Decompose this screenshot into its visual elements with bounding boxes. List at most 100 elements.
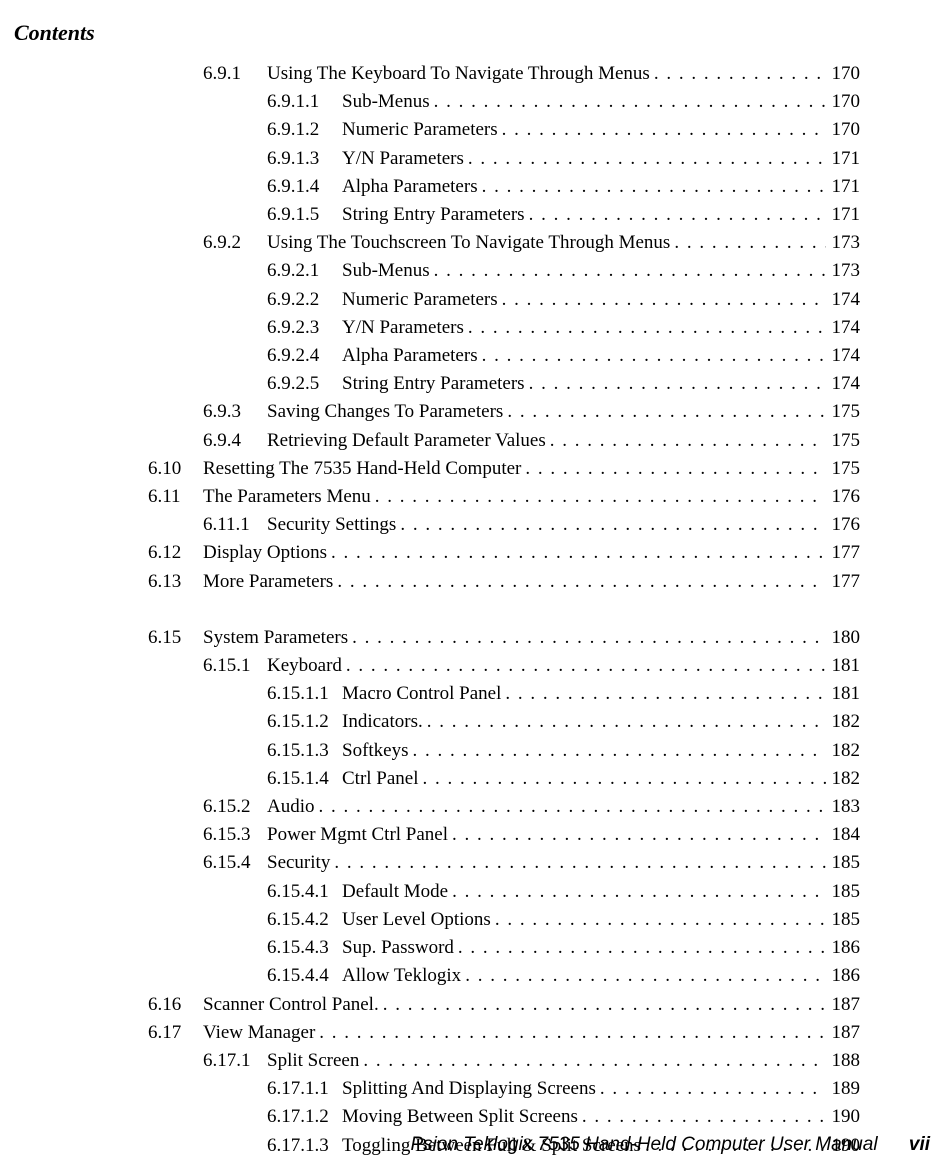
- toc-leader-dots: [413, 737, 826, 765]
- toc-entry-page: 170: [826, 116, 861, 144]
- running-header: Contents: [14, 20, 95, 46]
- toc-entry-page: 185: [826, 849, 861, 877]
- toc-entry-title: Saving Changes To Parameters: [267, 398, 507, 426]
- toc-leader-dots: [654, 60, 826, 88]
- toc-leader-dots: [502, 116, 826, 144]
- toc-entry-page: 189: [826, 1075, 861, 1103]
- toc-entry-page: 182: [826, 708, 861, 736]
- toc-leader-dots: [337, 568, 825, 596]
- toc-leader-dots: [363, 1047, 825, 1075]
- toc-entry-number: 6.15.2: [203, 793, 267, 821]
- toc-entry: 6.15.1.2Indicators.182: [267, 708, 860, 736]
- toc-entry-number: 6.9.1.4: [267, 173, 342, 201]
- toc-entry-number: 6.15.4.1: [267, 878, 342, 906]
- toc-entry: 6.17.1Split Screen188: [203, 1047, 860, 1075]
- toc-entry: 6.15.2Audio183: [203, 793, 860, 821]
- toc-leader-dots: [458, 934, 826, 962]
- toc-entry-number: 6.15: [148, 624, 203, 652]
- toc-entry-page: 184: [826, 821, 861, 849]
- toc-entry-page: 174: [826, 342, 861, 370]
- toc-entry-title: Keyboard: [267, 652, 346, 680]
- toc-leader-dots: [427, 708, 826, 736]
- toc-entry: 6.9.1.3Y/N Parameters 171: [267, 145, 860, 173]
- page-footer: Psion Teklogix 7535 Hand-Held Computer U…: [410, 1134, 930, 1156]
- toc-entry-title: Ctrl Panel: [342, 765, 423, 793]
- toc-leader-dots: [434, 88, 826, 116]
- toc-entry: 6.16Scanner Control Panel.187: [148, 991, 860, 1019]
- toc-leader-dots: [525, 455, 825, 483]
- toc-entry-page: 171: [826, 145, 861, 173]
- toc-leader-dots: [468, 314, 826, 342]
- toc-entry-page: 186: [826, 934, 861, 962]
- toc-entry-title: String Entry Parameters: [342, 370, 529, 398]
- toc-entry-page: 190: [826, 1103, 861, 1131]
- toc-entry-number: 6.15.4.4: [267, 962, 342, 990]
- toc-entry-number: 6.9.2: [203, 229, 267, 257]
- toc-leader-dots: [495, 906, 826, 934]
- toc-entry-page: 188: [826, 1047, 861, 1075]
- toc-entry-title: Macro Control Panel: [342, 680, 505, 708]
- toc-entry-page: 177: [826, 568, 861, 596]
- toc-entry-page: 173: [826, 257, 861, 285]
- toc-entry-page: 175: [826, 398, 861, 426]
- toc-entry-page: 174: [826, 314, 861, 342]
- toc-entry-number: 6.13: [148, 568, 203, 596]
- toc-entry-title: Moving Between Split Screens: [342, 1103, 582, 1131]
- toc-entry-number: 6.9.1.3: [267, 145, 342, 173]
- toc-entry-number: 6.9.1.5: [267, 201, 342, 229]
- toc-entry-number: 6.9.2.5: [267, 370, 342, 398]
- toc-entry: 6.9.1.4Alpha Parameters171: [267, 173, 860, 201]
- toc-entry: 6.15.4.4Allow Teklogix186: [267, 962, 860, 990]
- toc-entry-number: 6.9.1: [203, 60, 267, 88]
- toc-entry-title: Default Mode: [342, 878, 452, 906]
- toc-entry-page: 171: [826, 173, 861, 201]
- toc-entry: 6.11.1Security Settings176: [203, 511, 860, 539]
- toc-entry: 6.9.1.2Numeric Parameters 170: [267, 116, 860, 144]
- toc-gap: [148, 596, 860, 624]
- toc-entry-number: 6.17.1.3: [267, 1132, 342, 1160]
- toc-entry: 6.9.3Saving Changes To Parameters 175: [203, 398, 860, 426]
- toc-leader-dots: [468, 145, 826, 173]
- toc-entry-number: 6.15.1: [203, 652, 267, 680]
- toc-leader-dots: [482, 342, 826, 370]
- toc-leader-dots: [465, 962, 825, 990]
- toc-entry-title: Display Options: [203, 539, 331, 567]
- toc-entry-number: 6.16: [148, 991, 203, 1019]
- toc-entry: 6.15.4.2User Level Options185: [267, 906, 860, 934]
- toc-entry-number: 6.15.1.1: [267, 680, 342, 708]
- toc-entry-title: Power Mgmt Ctrl Panel: [267, 821, 452, 849]
- toc-entry-page: 170: [826, 60, 861, 88]
- toc-entry-title: Sup. Password: [342, 934, 458, 962]
- toc-entry: 6.9.1Using The Keyboard To Navigate Thro…: [203, 60, 860, 88]
- toc-entry: 6.17.1.1Splitting And Displaying Screens…: [267, 1075, 860, 1103]
- toc-leader-dots: [550, 427, 826, 455]
- toc-entry-number: 6.9.2.3: [267, 314, 342, 342]
- toc-entry: 6.9.1.5String Entry Parameters171: [267, 201, 860, 229]
- toc-entry-page: 182: [826, 765, 861, 793]
- toc-entry-page: 183: [826, 793, 861, 821]
- toc-leader-dots: [375, 483, 826, 511]
- toc-entry: 6.11The Parameters Menu176: [148, 483, 860, 511]
- toc-entry-page: 187: [826, 991, 861, 1019]
- toc-entry-title: Using The Touchscreen To Navigate Throug…: [267, 229, 674, 257]
- toc-entry: 6.15.1.4Ctrl Panel182: [267, 765, 860, 793]
- toc-entry-number: 6.9.3: [203, 398, 267, 426]
- toc-leader-dots: [319, 1019, 825, 1047]
- toc-entry-page: 181: [826, 652, 861, 680]
- toc-entry-page: 182: [826, 737, 861, 765]
- toc-entry: 6.15.3Power Mgmt Ctrl Panel184: [203, 821, 860, 849]
- toc-leader-dots: [507, 398, 825, 426]
- toc-entry-title: Allow Teklogix: [342, 962, 465, 990]
- toc-entry-title: Security Settings: [267, 511, 400, 539]
- toc-leader-dots: [400, 511, 825, 539]
- toc-entry-title: Retrieving Default Parameter Values: [267, 427, 550, 455]
- toc-entry-title: Y/N Parameters: [342, 145, 468, 173]
- table-of-contents: 6.9.1Using The Keyboard To Navigate Thro…: [148, 60, 860, 1160]
- toc-entry-page: 175: [826, 455, 861, 483]
- toc-entry-title: Numeric Parameters: [342, 116, 502, 144]
- toc-entry-title: Split Screen: [267, 1047, 363, 1075]
- toc-entry-number: 6.9.1.2: [267, 116, 342, 144]
- toc-entry: 6.17.1.2Moving Between Split Screens190: [267, 1103, 860, 1131]
- toc-entry-title: The Parameters Menu: [203, 483, 375, 511]
- toc-entry-page: 185: [826, 878, 861, 906]
